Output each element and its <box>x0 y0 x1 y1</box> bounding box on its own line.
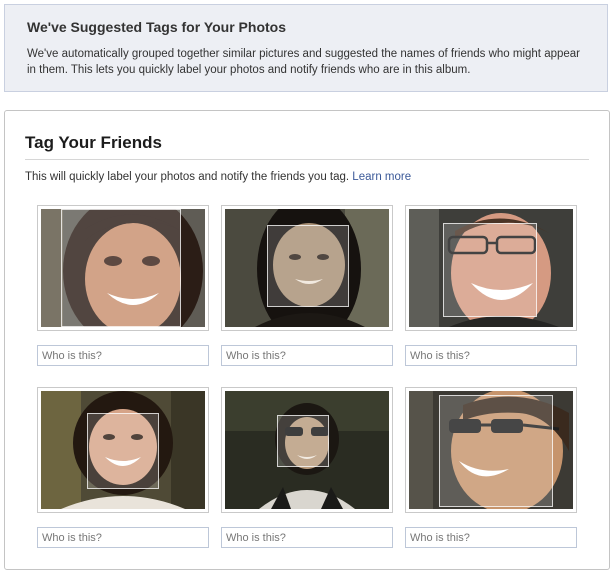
photo-image <box>225 209 389 327</box>
photo-thumbnail[interactable] <box>37 387 209 513</box>
who-is-this-input[interactable] <box>221 345 393 366</box>
photo-thumbnail[interactable] <box>221 205 393 331</box>
face-detection-box[interactable] <box>87 413 159 489</box>
notice-title: We've Suggested Tags for Your Photos <box>27 19 286 35</box>
who-is-this-input[interactable] <box>37 527 209 548</box>
photo-image <box>225 391 389 509</box>
photo-image <box>41 391 205 509</box>
photo-thumbnail[interactable] <box>405 387 577 513</box>
title-divider <box>25 159 589 160</box>
who-is-this-input[interactable] <box>405 527 577 548</box>
who-is-this-input[interactable] <box>221 527 393 548</box>
face-detection-box[interactable] <box>267 225 349 307</box>
face-detection-box[interactable] <box>439 395 553 507</box>
learn-more-link[interactable]: Learn more <box>352 171 411 183</box>
photo-thumbnail[interactable] <box>221 387 393 513</box>
photo-image <box>409 391 573 509</box>
photo-thumbnail[interactable] <box>405 205 577 331</box>
tag-friends-panel: Tag Your Friends This will quickly label… <box>4 110 610 570</box>
photo-image <box>409 209 573 327</box>
photo-image <box>41 209 205 327</box>
photo-thumbnail[interactable] <box>37 205 209 331</box>
suggestion-notice: We've Suggested Tags for Your Photos We'… <box>4 4 608 92</box>
panel-subtitle-text: This will quickly label your photos and … <box>25 171 350 183</box>
face-detection-box[interactable] <box>443 223 537 317</box>
face-detection-box[interactable] <box>61 209 181 327</box>
panel-subtitle: This will quickly label your photos and … <box>25 171 411 183</box>
notice-text: We've automatically grouped together sim… <box>27 48 581 76</box>
panel-title: Tag Your Friends <box>25 133 162 152</box>
who-is-this-input[interactable] <box>37 345 209 366</box>
who-is-this-input[interactable] <box>405 345 577 366</box>
face-detection-box[interactable] <box>277 415 329 467</box>
